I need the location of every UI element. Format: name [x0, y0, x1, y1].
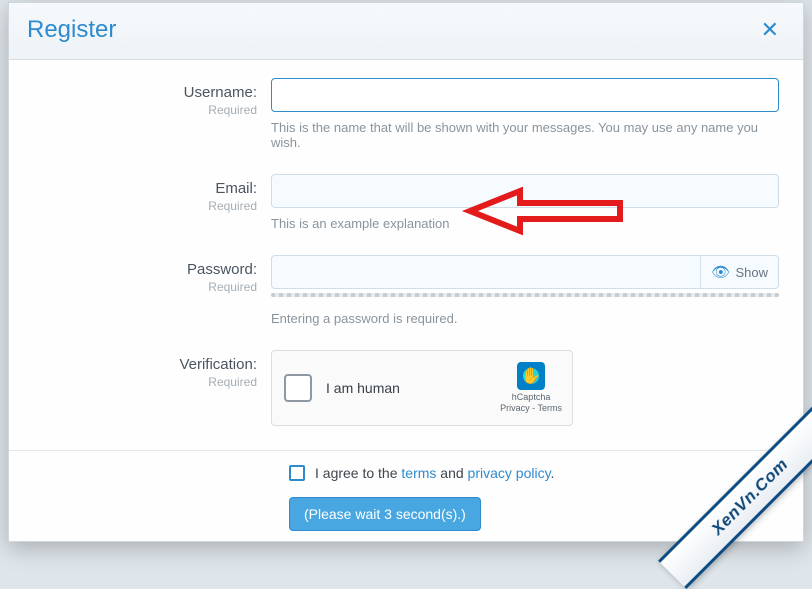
hcaptcha-label: I am human	[326, 380, 500, 396]
row-password: Password: Required 👁 Show Entering a pas…	[9, 251, 803, 326]
eye-icon: 👁	[711, 263, 730, 281]
hcaptcha-widget: I am human ✋ hCaptcha Privacy - Terms	[271, 350, 573, 426]
hcaptcha-checkbox[interactable]	[284, 374, 312, 402]
modal-title: Register	[27, 16, 116, 44]
row-verification: Verification: Required I am human ✋ hCap…	[9, 346, 803, 426]
label-col-password: Password: Required	[9, 255, 271, 294]
show-password-toggle[interactable]: 👁 Show	[700, 256, 778, 288]
hcaptcha-brand: ✋ hCaptcha Privacy - Terms	[500, 362, 562, 414]
required-email: Required	[9, 199, 257, 213]
hcaptcha-terms-link[interactable]: Terms	[538, 403, 563, 413]
label-col-email: Email: Required	[9, 174, 271, 213]
hcaptcha-logo-icon: ✋	[517, 362, 545, 390]
required-username: Required	[9, 103, 257, 117]
required-password: Required	[9, 280, 257, 294]
help-email: This is an example explanation	[271, 216, 779, 231]
required-verification: Required	[9, 375, 257, 389]
input-col-username: This is the name that will be shown with…	[271, 78, 779, 150]
label-username: Username:	[9, 84, 257, 101]
label-col-username: Username: Required	[9, 78, 271, 117]
submit-button[interactable]: (Please wait 3 second(s).)	[289, 497, 481, 531]
input-col-email: This is an example explanation	[271, 174, 779, 231]
agree-row: I agree to the terms and privacy policy.	[9, 450, 803, 491]
close-icon[interactable]: ✕	[755, 15, 785, 45]
hcaptcha-links: Privacy - Terms	[500, 403, 562, 414]
agree-checkbox[interactable]	[289, 465, 305, 481]
input-col-verification: I am human ✋ hCaptcha Privacy - Terms	[271, 350, 779, 426]
input-col-password: 👁 Show Entering a password is required.	[271, 255, 779, 326]
terms-link[interactable]: terms	[401, 465, 436, 481]
hcaptcha-brand-name: hCaptcha	[500, 392, 562, 403]
username-input[interactable]	[271, 78, 779, 112]
label-col-verification: Verification: Required	[9, 350, 271, 389]
agree-text: I agree to the terms and privacy policy.	[315, 465, 554, 481]
modal-header: Register ✕	[9, 3, 803, 60]
help-password: Entering a password is required.	[271, 311, 779, 326]
password-wrap: 👁 Show	[271, 255, 779, 289]
password-strength-bar	[271, 293, 779, 297]
show-password-label: Show	[735, 265, 768, 280]
row-username: Username: Required This is the name that…	[9, 74, 803, 150]
help-username: This is the name that will be shown with…	[271, 120, 779, 150]
privacy-link[interactable]: privacy policy	[468, 465, 551, 481]
register-modal: Register ✕ Username: Required This is th…	[8, 2, 804, 542]
row-email: Email: Required This is an example expla…	[9, 170, 803, 231]
label-email: Email:	[9, 180, 257, 197]
modal-body: Username: Required This is the name that…	[9, 60, 803, 541]
label-verification: Verification:	[9, 356, 257, 373]
email-input[interactable]	[271, 174, 779, 208]
label-password: Password:	[9, 261, 257, 278]
hcaptcha-privacy-link[interactable]: Privacy	[500, 403, 530, 413]
